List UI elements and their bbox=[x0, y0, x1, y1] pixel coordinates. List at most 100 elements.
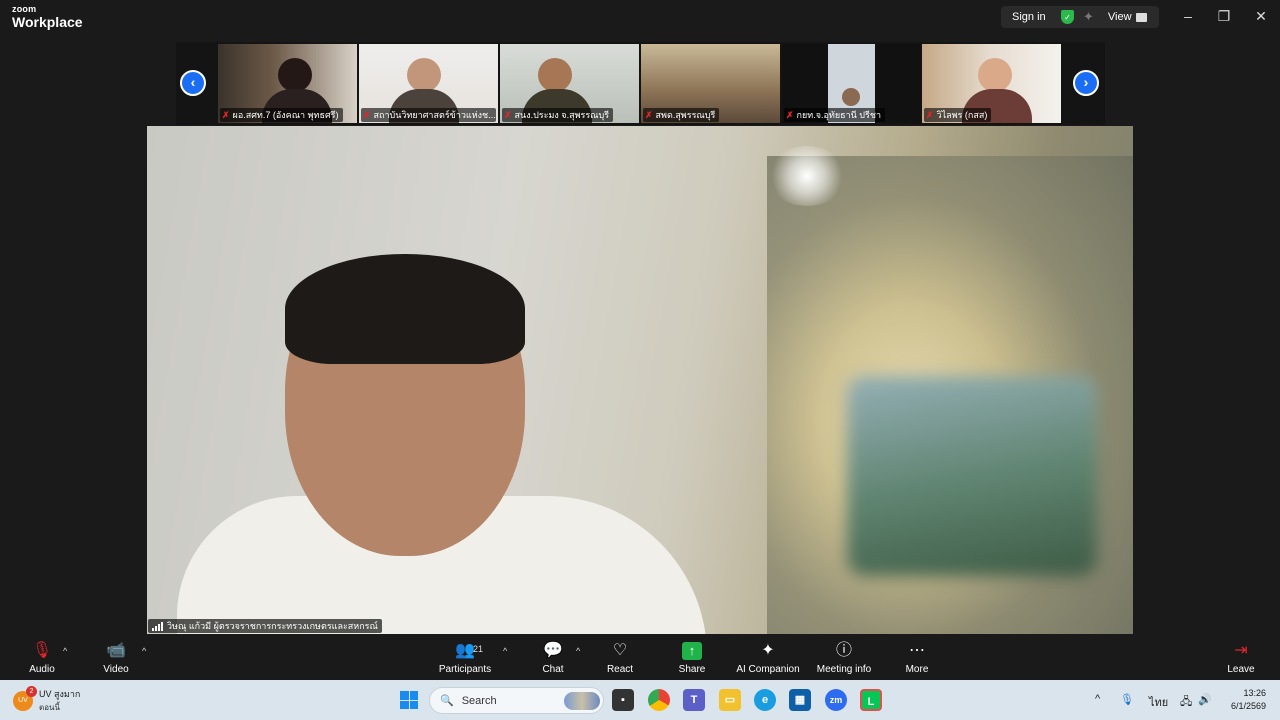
sparkle-icon: ✦ bbox=[761, 642, 775, 659]
participant-tile[interactable]: ✗ สนง.ประมง จ.สุพรรณบุรี bbox=[500, 44, 639, 123]
gallery-strip: ✗ ผอ.สศท.7 (อังคณา พุทธศรี) ✗ สถาบันวิทย… bbox=[176, 42, 1105, 125]
view-button[interactable]: View bbox=[1108, 11, 1147, 23]
mic-muted-icon: ✗ bbox=[363, 110, 371, 120]
participant-name-tag: ✗ กยท.จ.อุทัยธานี ปรีชา bbox=[784, 108, 885, 122]
meeting-info-label: Meeting info bbox=[816, 664, 872, 675]
participant-name: ผอ.สศท.7 (อังคณา พุทธศรี) bbox=[232, 110, 339, 120]
zoom-app-icon[interactable]: zm bbox=[825, 689, 847, 711]
participant-name: วิไลพร (กสส) bbox=[936, 110, 988, 120]
shield-check-icon[interactable]: ✓ bbox=[1061, 10, 1074, 24]
video-label: Video bbox=[103, 664, 129, 675]
teams-icon[interactable]: T bbox=[683, 689, 705, 711]
participants-button[interactable]: 👥 21 Participants bbox=[425, 641, 505, 675]
edge-icon[interactable]: e bbox=[754, 689, 776, 711]
sign-in-button[interactable]: Sign in bbox=[1001, 11, 1057, 23]
weather-title: UV สูงมาก bbox=[39, 689, 81, 699]
windows-taskbar: UV 2 UV สูงมาก ตอนนี้ 🔍 Search ▪ T ▭ e ▦… bbox=[0, 680, 1280, 720]
participant-tile[interactable]: ✗ วิไลพร (กสส) bbox=[922, 44, 1061, 123]
react-label: React bbox=[606, 664, 634, 675]
mic-muted-icon: ✗ bbox=[926, 110, 934, 120]
windows-start-icon[interactable] bbox=[400, 691, 418, 709]
search-highlight-image bbox=[564, 691, 600, 710]
notification-badge: 2 bbox=[26, 685, 37, 697]
weather-text: UV สูงมาก ตอนนี้ bbox=[39, 687, 80, 714]
minimize-icon[interactable]: – bbox=[1176, 6, 1200, 26]
search-placeholder: Search bbox=[461, 694, 497, 707]
participant-name: สพด.สุพรรณบุรี bbox=[655, 110, 716, 120]
participant-tile[interactable]: ✗ ผอ.สศท.7 (อังคณา พุทธศรี) bbox=[218, 44, 357, 123]
info-icon: ⓘ bbox=[835, 642, 852, 659]
active-speaker-video: วิษณุ แก้วมี ผู้ตรวจราชการกระทรวงเกษตรแล… bbox=[147, 126, 1133, 634]
participant-name: กยท.จ.อุทัยธานี ปรีชา bbox=[796, 110, 881, 120]
brand-small: zoom bbox=[12, 4, 37, 14]
clock-date: 6/1/2569 bbox=[1230, 701, 1266, 711]
close-icon[interactable]: ✕ bbox=[1249, 6, 1273, 26]
ai-companion-button[interactable]: ✦ AI Companion bbox=[723, 641, 813, 675]
mic-muted-icon: ✗ bbox=[222, 110, 230, 120]
react-button[interactable]: ♡ React bbox=[580, 641, 660, 675]
volume-icon[interactable]: 🔊 bbox=[1198, 693, 1212, 706]
line-app-icon[interactable]: L bbox=[860, 689, 882, 711]
participant-video bbox=[407, 58, 441, 92]
network-icon[interactable]: 🖧 bbox=[1180, 693, 1192, 712]
view-grid-icon bbox=[1135, 12, 1147, 22]
brand-name: Workplace bbox=[12, 14, 83, 30]
participant-tile[interactable]: ✗ กยท.จ.อุทัยธานี ปรีชา bbox=[782, 44, 921, 123]
share-button[interactable]: ↑ Share bbox=[652, 641, 732, 675]
zoom-logo: zoom Workplace bbox=[12, 4, 83, 30]
share-label: Share bbox=[678, 664, 706, 675]
participants-options-caret[interactable]: ^ bbox=[503, 646, 507, 656]
leave-door-icon: ⇥ bbox=[1234, 642, 1248, 659]
audio-options-caret[interactable]: ^ bbox=[63, 646, 67, 656]
participant-name-tag: ✗ ผอ.สศท.7 (อังคณา พุทธศรี) bbox=[220, 108, 343, 122]
more-button[interactable]: ⋯ More bbox=[877, 641, 957, 675]
taskbar-search[interactable]: 🔍 Search bbox=[429, 687, 604, 714]
weather-widget[interactable]: UV 2 UV สูงมาก ตอนนี้ bbox=[13, 685, 80, 714]
share-icon-wrap: ↑ bbox=[652, 641, 732, 661]
ai-companion-label: AI Companion bbox=[736, 664, 800, 675]
video-options-caret[interactable]: ^ bbox=[142, 646, 146, 656]
heart-icon: ♡ bbox=[612, 642, 628, 659]
participants-icon: 👥 21 bbox=[425, 641, 505, 661]
audio-label: Audio bbox=[29, 664, 55, 675]
weather-subtitle: ตอนนี้ bbox=[39, 703, 60, 712]
participant-video bbox=[278, 58, 312, 92]
mic-muted-icon: ✗ bbox=[504, 110, 512, 120]
ceiling-light bbox=[767, 146, 847, 206]
share-arrow-icon: ↑ bbox=[682, 642, 702, 660]
uv-icon-text: UV bbox=[18, 696, 28, 704]
participant-tile[interactable]: ✗ สพด.สุพรรณบุรี bbox=[641, 44, 780, 123]
signal-strength-icon bbox=[152, 621, 163, 631]
language-indicator[interactable]: ไทย bbox=[1149, 693, 1168, 711]
task-view-icon[interactable]: ▪ bbox=[612, 689, 634, 711]
audio-button[interactable]: 🎙 Audio bbox=[2, 641, 82, 675]
participants-label: Participants bbox=[438, 664, 492, 675]
blurred-painting bbox=[847, 376, 1097, 576]
store-icon[interactable]: ▦ bbox=[789, 689, 811, 711]
microphone-tray-icon[interactable]: 🎙 bbox=[1120, 693, 1134, 706]
speaker-name-tag: วิษณุ แก้วมี ผู้ตรวจราชการกระทรวงเกษตรแล… bbox=[148, 619, 382, 633]
file-explorer-icon[interactable]: ▭ bbox=[719, 689, 741, 711]
participant-name: สถาบันวิทยาศาสตร์ข้าวแห่งช... bbox=[373, 110, 496, 120]
more-label: More bbox=[905, 664, 929, 675]
system-clock[interactable]: 13:26 6/1/2569 bbox=[1222, 687, 1266, 713]
participant-name-tag: ✗ วิไลพร (กสส) bbox=[924, 108, 992, 122]
gallery-prev-button[interactable]: ‹ bbox=[180, 70, 206, 96]
chrome-icon[interactable] bbox=[648, 689, 670, 711]
mic-muted-icon: ✗ bbox=[645, 110, 653, 120]
participant-video bbox=[842, 88, 860, 106]
mic-muted-icon: ✗ bbox=[786, 110, 794, 120]
meeting-info-button[interactable]: ⓘ Meeting info bbox=[804, 641, 884, 675]
uv-sun-icon: UV 2 bbox=[13, 685, 37, 711]
participant-name-tag: ✗ สนง.ประมง จ.สุพรรณบุรี bbox=[502, 108, 614, 122]
participant-name-tag: ✗ สถาบันวิทยาศาสตร์ข้าวแห่งช... bbox=[361, 108, 496, 122]
gallery-next-button[interactable]: › bbox=[1073, 70, 1099, 96]
speaker-hair bbox=[285, 254, 525, 364]
leave-label: Leave bbox=[1227, 664, 1255, 675]
leave-button[interactable]: ⇥ Leave bbox=[1201, 641, 1280, 675]
tray-overflow-icon[interactable]: ^ bbox=[1095, 693, 1100, 705]
ai-sparkle-icon[interactable]: ✦ bbox=[1083, 9, 1094, 25]
meeting-toolbar: 🎙 Audio ^ 📹 Video ^ 👥 21 Participants ^ 💬… bbox=[0, 634, 1280, 680]
participant-tile[interactable]: ✗ สถาบันวิทยาศาสตร์ข้าวแห่งช... bbox=[359, 44, 498, 123]
restore-icon[interactable]: ❐ bbox=[1212, 6, 1236, 26]
